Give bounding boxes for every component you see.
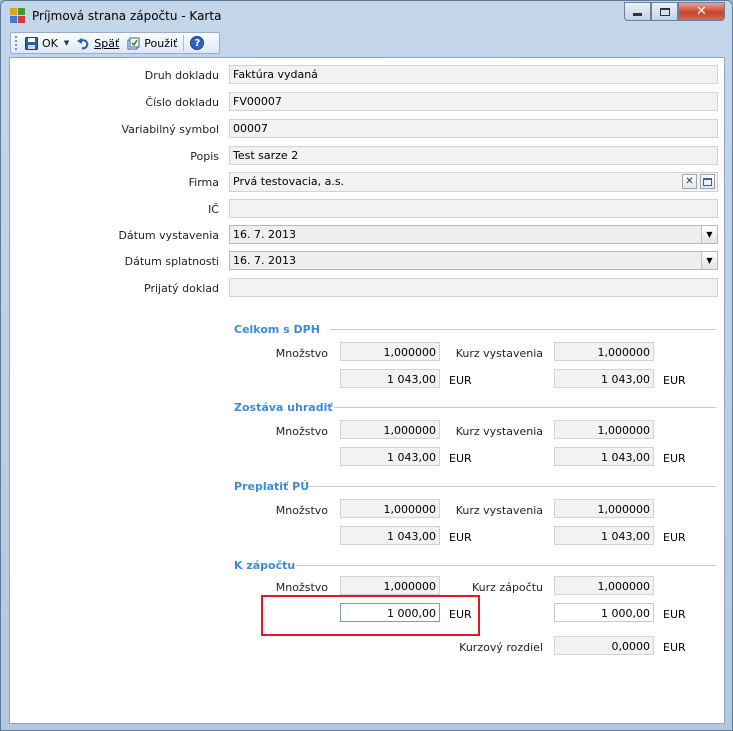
zostava-group-title: Zostáva uhradiť	[234, 401, 333, 414]
datum-vystavenia-combo[interactable]: 16. 7. 2013 ▼	[229, 225, 718, 244]
k-zapoctu-mnozstvo-field: 1,000000	[340, 576, 440, 595]
help-button[interactable]: ?	[188, 33, 206, 53]
k-zapoctu-amount2-input[interactable]: 1 000,00	[554, 603, 654, 622]
variabilny-symbol-field: 00007	[229, 119, 718, 138]
app-icon	[10, 8, 26, 24]
kurzovy-rozdiel-currency-label: EUR	[663, 641, 686, 654]
celkom-mnozstvo-label: Množstvo	[275, 347, 328, 360]
zostava-kurz-label: Kurz vystavenia	[455, 425, 543, 438]
celkom-group-divider	[330, 329, 716, 330]
celkom-amount2-field: 1 043,00	[554, 369, 654, 388]
close-button[interactable]: ✕	[678, 2, 725, 21]
form-panel: Druh dokladu Faktúra vydaná Číslo doklad…	[9, 57, 725, 724]
celkom-group-title: Celkom s DPH	[234, 323, 320, 336]
kurzovy-rozdiel-label: Kurzový rozdiel	[459, 641, 543, 654]
preplatit-amount2-field: 1 043,00	[554, 526, 654, 545]
zostava-amount-field: 1 043,00	[340, 447, 440, 466]
maximize-icon	[659, 7, 670, 16]
zostava-mnozstvo-label: Množstvo	[275, 425, 328, 438]
ok-label: OK	[42, 36, 58, 50]
k-zapoctu-mnozstvo-label: Množstvo	[275, 581, 328, 594]
cislo-dokladu-field: FV00007	[229, 92, 718, 111]
preplatit-currency2-label: EUR	[663, 531, 686, 544]
maximize-button[interactable]	[651, 2, 678, 21]
back-button[interactable]: Späť	[75, 33, 121, 53]
zostava-amount2-field: 1 043,00	[554, 447, 654, 466]
apply-label: Použiť	[144, 36, 178, 50]
preplatit-mnozstvo-label: Množstvo	[275, 504, 328, 517]
datum-vystavenia-dropdown-button[interactable]: ▼	[701, 226, 717, 243]
kurzovy-rozdiel-field: 0,0000	[554, 636, 654, 655]
preplatit-mnozstvo-field: 1,000000	[340, 499, 440, 518]
window-title: Príjmová strana zápočtu - Karta	[32, 9, 222, 23]
chevron-down-icon: ▼	[706, 256, 713, 265]
firma-field: Prvá testovacia, a.s. ✕	[229, 172, 718, 192]
datum-splatnosti-label: Dátum splatnosti	[124, 255, 219, 268]
minimize-button[interactable]	[624, 2, 651, 21]
zostava-currency2-label: EUR	[663, 452, 686, 465]
k-zapoctu-kurz-field: 1,000000	[554, 576, 654, 595]
celkom-mnozstvo-field: 1,000000	[340, 342, 440, 361]
chevron-down-icon: ▼	[706, 230, 713, 239]
preplatit-kurz-field: 1,000000	[554, 499, 654, 518]
toolbar-separator	[183, 35, 185, 51]
help-icon: ?	[190, 36, 205, 50]
prijaty-doklad-label: Prijatý doklad	[144, 282, 219, 295]
preplatit-group-title: Preplatiť PÚ	[234, 480, 310, 493]
datum-vystavenia-label: Dátum vystavenia	[118, 229, 219, 242]
celkom-currency-label: EUR	[449, 374, 472, 387]
back-label: Späť	[94, 36, 120, 50]
zostava-mnozstvo-field: 1,000000	[340, 420, 440, 439]
clear-icon: ✕	[685, 176, 694, 187]
druh-dokladu-label: Druh dokladu	[144, 69, 219, 82]
apply-icon	[127, 37, 140, 50]
datum-splatnosti-dropdown-button[interactable]: ▼	[701, 252, 717, 269]
k-zapoctu-kurz-label: Kurz zápočtu	[472, 581, 543, 594]
preplatit-amount-field: 1 043,00	[340, 526, 440, 545]
celkom-currency2-label: EUR	[663, 374, 686, 387]
cislo-dokladu-label: Číslo dokladu	[145, 96, 219, 109]
preplatit-currency-label: EUR	[449, 531, 472, 544]
apply-button[interactable]: Použiť	[125, 33, 179, 53]
zostava-currency-label: EUR	[449, 452, 472, 465]
ok-dropdown-arrow[interactable]: ▼	[64, 39, 69, 47]
k-zapoctu-group-divider	[296, 565, 716, 566]
celkom-kurz-label: Kurz vystavenia	[455, 347, 543, 360]
datum-vystavenia-value: 16. 7. 2013	[233, 228, 296, 241]
prijaty-doklad-field	[229, 278, 718, 297]
minimize-icon	[633, 13, 642, 16]
save-icon	[25, 36, 38, 50]
popis-label: Popis	[190, 150, 219, 163]
undo-icon	[77, 37, 90, 50]
close-icon: ✕	[696, 4, 707, 19]
preplatit-group-divider	[309, 486, 716, 487]
datum-splatnosti-value: 16. 7. 2013	[233, 254, 296, 267]
clear-firma-button[interactable]: ✕	[682, 174, 697, 189]
title-bar: Príjmová strana zápočtu - Karta ✕	[1, 1, 732, 31]
toolbar: OK ▼ Späť Použiť ?	[10, 32, 220, 54]
zostava-kurz-field: 1,000000	[554, 420, 654, 439]
druh-dokladu-field: Faktúra vydaná	[229, 65, 718, 84]
variabilny-symbol-label: Variabilný symbol	[121, 123, 219, 136]
list-icon	[703, 177, 712, 186]
firma-value: Prvá testovacia, a.s.	[233, 175, 345, 188]
ok-button[interactable]: OK	[23, 33, 60, 53]
firma-label: Firma	[188, 176, 219, 189]
zostava-group-divider	[334, 407, 716, 408]
toolbar-grip[interactable]	[15, 36, 19, 50]
k-zapoctu-group-title: K zápočtu	[234, 559, 296, 572]
ic-label: IČ	[208, 203, 219, 216]
popis-field: Test sarze 2	[229, 146, 718, 165]
celkom-kurz-field: 1,000000	[554, 342, 654, 361]
datum-splatnosti-combo[interactable]: 16. 7. 2013 ▼	[229, 251, 718, 270]
firma-lookup-button[interactable]	[700, 174, 715, 189]
ic-field	[229, 199, 718, 218]
k-zapoctu-currency2-label: EUR	[663, 608, 686, 621]
preplatit-kurz-label: Kurz vystavenia	[455, 504, 543, 517]
dialog-window: Príjmová strana zápočtu - Karta ✕ OK ▼ S…	[0, 0, 733, 731]
celkom-amount-field: 1 043,00	[340, 369, 440, 388]
highlight-box	[261, 595, 480, 636]
